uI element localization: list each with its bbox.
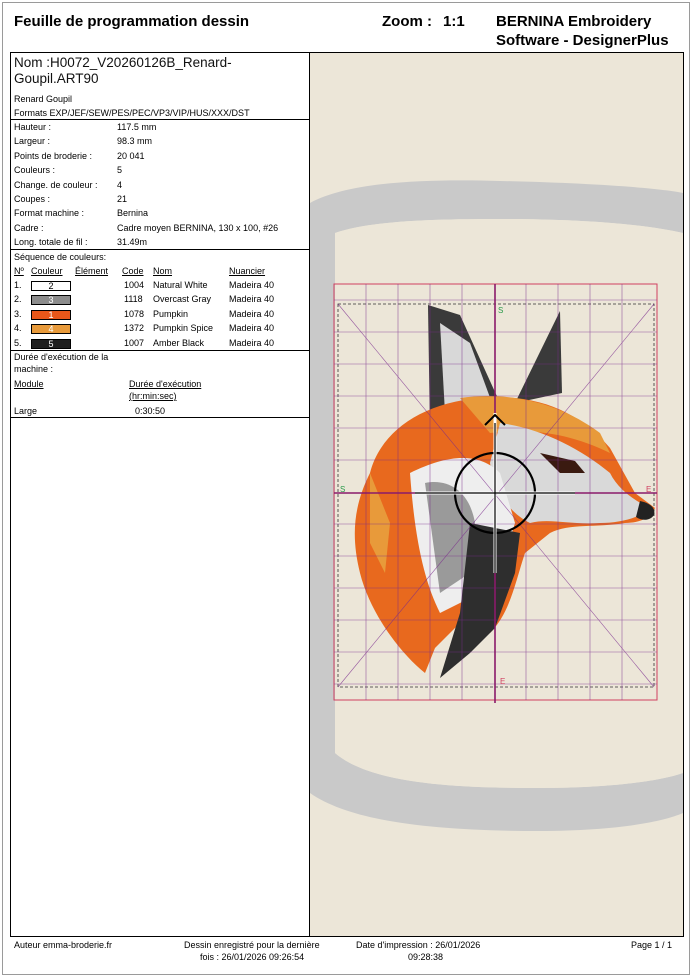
end-marker: E: [646, 485, 651, 494]
color-swatch: 4: [31, 324, 71, 334]
color-swatch: 2: [31, 281, 71, 291]
software-name-line2: Software - DesignerPlus: [496, 32, 669, 49]
color-code: 1372: [124, 323, 145, 333]
color-code: 1007: [124, 338, 145, 348]
col-header-code: Code: [122, 266, 144, 276]
col-header-name: Nom: [153, 266, 173, 276]
color-code: 1118: [124, 294, 143, 304]
color-name: Amber Black: [153, 338, 205, 348]
footer-page-number: Page 1 / 1: [631, 940, 673, 950]
prop-value-color-changes: 4: [117, 180, 123, 190]
runtime-module: Large: [14, 406, 38, 416]
prop-label-trims: Coupes :: [14, 194, 51, 204]
design-description: Renard Goupil: [14, 94, 73, 104]
prop-value-stitches: 20 041: [117, 151, 145, 161]
runtime-duration-header-line2: (hr:min:sec): [129, 391, 177, 401]
runtime-title-line2: machine :: [14, 364, 54, 374]
design-formats: Formats EXP/JEF/SEW/PES/PEC/VP3/VIP/HUS/…: [14, 108, 250, 118]
color-row-index: 1.: [14, 280, 22, 290]
runtime-duration-header-line1: Durée d'exécution: [129, 379, 202, 389]
footer-saved-line2: fois : 26/01/2026 09:26:54: [200, 952, 305, 962]
prop-label-color-changes: Change. de couleur :: [14, 180, 98, 190]
prop-value-height: 117.5 mm: [117, 122, 157, 132]
start-marker: S: [340, 485, 345, 494]
footer-print-line1: Date d'impression : 26/01/2026: [356, 940, 481, 950]
prop-value-machine-format: Bernina: [117, 208, 149, 218]
sheet-title: Feuille de programmation dessin: [14, 13, 250, 30]
color-swatch: 3: [31, 295, 71, 305]
start-marker: S: [498, 306, 503, 315]
design-name-line2: Goupil.ART90: [14, 71, 99, 86]
color-name: Natural White: [153, 280, 208, 290]
prop-label-thread-length: Long. totale de fil :: [14, 237, 88, 247]
design-preview: S E E S: [310, 53, 683, 936]
color-supplier: Madeira 40: [229, 338, 275, 348]
design-name-line1: Nom :H0072_V20260126B_Renard-: [14, 55, 232, 70]
divider: [11, 350, 309, 351]
color-row-index: 3.: [14, 309, 22, 319]
color-swatch: 1: [31, 310, 71, 320]
software-name-line1: BERNINA Embroidery: [496, 13, 652, 30]
prop-label-width: Largeur :: [14, 136, 51, 146]
runtime-duration: 0:30:50: [135, 406, 166, 416]
runtime-title-line1: Durée d'exécution de la: [14, 352, 109, 362]
prop-label-height: Hauteur :: [14, 122, 52, 132]
color-sequence-title: Séquence de couleurs:: [14, 252, 107, 262]
color-name: Overcast Gray: [153, 294, 212, 304]
color-supplier: Madeira 40: [229, 323, 275, 333]
design-preview-canvas: S E E S: [310, 180, 683, 831]
color-name: Pumpkin: [153, 309, 189, 319]
end-marker: E: [500, 677, 505, 686]
prop-label-stitches: Points de broderie :: [14, 151, 93, 161]
zoom-label: Zoom :: [382, 13, 432, 30]
divider: [11, 119, 309, 120]
color-swatch: 5: [31, 339, 71, 349]
divider: [11, 417, 309, 418]
color-supplier: Madeira 40: [229, 294, 275, 304]
color-supplier: Madeira 40: [229, 309, 275, 319]
color-code: 1004: [124, 280, 145, 290]
color-row-index: 2.: [14, 294, 22, 304]
prop-value-hoop: Cadre moyen BERNINA, 130 x 100, #26: [117, 223, 279, 233]
runtime-module-header: Module: [14, 379, 44, 389]
prop-value-trims: 21: [117, 194, 128, 204]
info-column: Nom :H0072_V20260126B_Renard- Goupil.ART…: [11, 53, 310, 936]
color-code: 1078: [124, 309, 145, 319]
col-header-number: Nº: [14, 266, 24, 276]
zoom-value: 1:1: [443, 13, 465, 30]
divider: [11, 249, 309, 250]
color-supplier: Madeira 40: [229, 280, 275, 290]
sheet-body: Nom :H0072_V20260126B_Renard- Goupil.ART…: [10, 52, 684, 937]
prop-value-colors: 5: [117, 165, 123, 175]
color-row-index: 4.: [14, 323, 22, 333]
prop-value-width: 98.3 mm: [117, 136, 153, 146]
prop-label-hoop: Cadre :: [14, 223, 44, 233]
prop-label-machine-format: Format machine :: [14, 208, 85, 218]
col-header-color: Couleur: [31, 266, 63, 276]
prop-label-colors: Couleurs :: [14, 165, 56, 175]
footer-saved-line1: Dessin enregistré pour la dernière: [184, 940, 320, 950]
col-header-element: Élément: [75, 266, 109, 276]
color-row-index: 5.: [14, 338, 22, 348]
col-header-supplier: Nuancier: [229, 266, 266, 276]
footer-print-line2: 09:28:38: [408, 952, 444, 962]
prop-value-thread-length: 31.49m: [117, 237, 148, 247]
color-name: Pumpkin Spice: [153, 323, 214, 333]
footer-author: Auteur emma-broderie.fr: [14, 940, 113, 950]
